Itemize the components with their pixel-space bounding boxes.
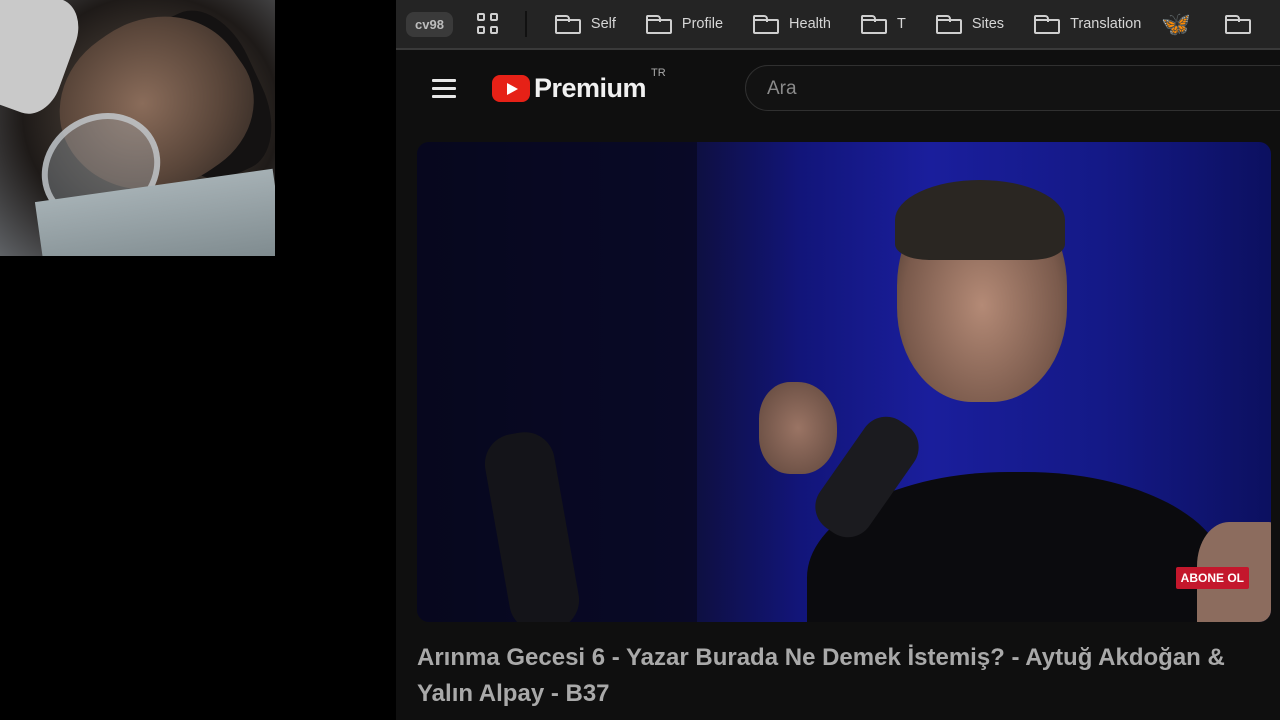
speaker-hair — [895, 180, 1065, 260]
hamburger-menu-icon[interactable] — [432, 79, 456, 99]
webcam-overlay — [0, 0, 275, 256]
bookmarks-separator — [524, 11, 527, 37]
bookmark-t[interactable]: T — [860, 14, 906, 34]
folder-icon — [753, 14, 780, 34]
bookmark-overflow-folder[interactable] — [1225, 14, 1261, 34]
bookmarks-bar: cv98 Self Profile Health T Sites Transla… — [396, 0, 1280, 50]
bookmark-label: T — [896, 16, 906, 32]
bookmark-self[interactable]: Self — [554, 14, 616, 34]
speaker-hand — [759, 382, 837, 474]
folder-icon — [1225, 14, 1252, 34]
logo-wordmark: Premium — [534, 73, 647, 103]
youtube-premium-logo[interactable]: Premium TR — [492, 67, 666, 104]
logo-region: TR — [651, 67, 666, 79]
bookmark-health[interactable]: Health — [753, 14, 831, 34]
search-box — [745, 65, 1280, 112]
youtube-header: Premium TR — [396, 50, 1280, 130]
folder-icon — [1034, 14, 1061, 34]
bookmark-label: Profile — [681, 16, 724, 32]
folder-icon — [554, 14, 581, 34]
bookmark-translation[interactable]: Translation — [1034, 14, 1142, 34]
bookmark-label: Health — [789, 16, 831, 32]
youtube-play-icon — [492, 75, 530, 102]
video-title: Arınma Gecesi 6 - Yazar Burada Ne Demek … — [417, 644, 1225, 707]
bookmark-label: Translation — [1070, 16, 1142, 32]
bookmark-label: Self — [590, 16, 616, 32]
apps-grid-icon[interactable] — [476, 13, 499, 35]
video-player[interactable]: ABONE OL — [417, 142, 1271, 622]
bookmark-sites[interactable]: Sites — [935, 14, 1005, 34]
bookmark-label: Sites — [971, 16, 1005, 32]
folder-icon — [860, 14, 887, 34]
folder-icon — [935, 14, 962, 34]
bookmark-profile[interactable]: Profile — [645, 14, 724, 34]
subscribe-badge: ABONE OL — [1175, 567, 1249, 589]
browser-window: cv98 Self Profile Health T Sites Transla… — [396, 0, 1280, 720]
profile-chip[interactable]: cv98 — [406, 11, 453, 37]
folder-icon — [645, 14, 672, 34]
bluesky-butterfly-icon[interactable]: 🦋 — [1161, 10, 1191, 39]
search-input[interactable] — [746, 66, 1269, 112]
